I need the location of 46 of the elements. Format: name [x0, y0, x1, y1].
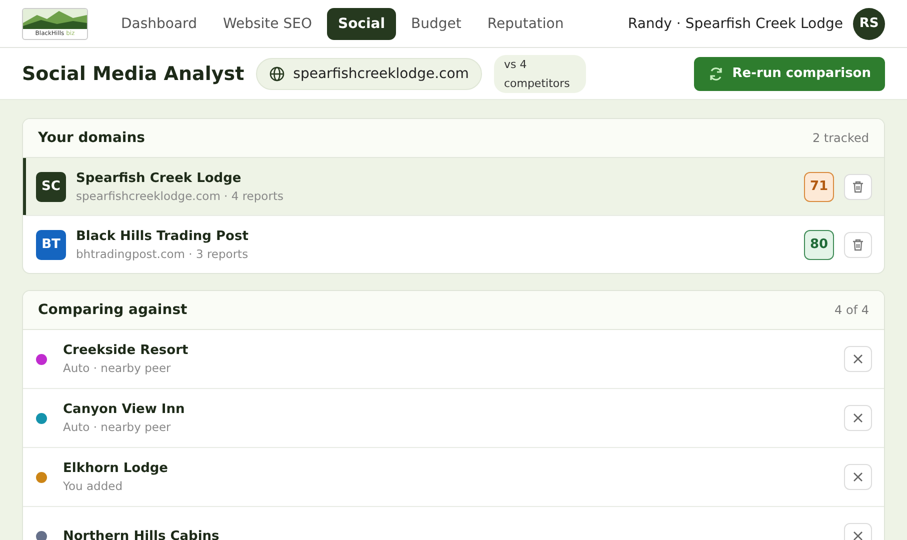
refresh-icon	[708, 66, 724, 82]
domain-name: Black Hills Trading Post	[76, 228, 250, 244]
mountain-icon	[23, 8, 87, 28]
domain-avatar: BT	[36, 230, 66, 260]
competitor-name: Canyon View Inn	[63, 402, 186, 417]
user-name: Randy · Spearfish Creek Lodge	[628, 16, 843, 32]
competitor-meta: You added	[63, 479, 124, 493]
domain-meta: bhtradingpost.com · 3 reports	[76, 246, 250, 260]
tracked-count: 2 tracked	[812, 131, 869, 145]
card-title: Your domains	[38, 130, 145, 146]
nav-tab[interactable]: Reputation	[476, 8, 575, 40]
remove-button[interactable]	[844, 405, 872, 431]
page-title: Social Media Analyst	[22, 62, 244, 84]
trash-icon	[851, 180, 865, 194]
close-icon	[852, 530, 864, 540]
competitor-meta: Auto · nearby peer	[63, 420, 172, 434]
score-badge: 80	[804, 230, 834, 260]
nav-tab[interactable]: Social	[326, 8, 396, 40]
competitor-count: vs 4 competitors	[494, 54, 586, 92]
competitor-meta: Auto · nearby peer	[63, 361, 172, 375]
card-title: Comparing against	[38, 302, 188, 318]
delete-button[interactable]	[844, 232, 872, 258]
domain-row[interactable]: BT Black Hills Trading Post bhtradingpost.com · 3 reports 80	[23, 215, 884, 273]
delete-button[interactable]	[844, 174, 872, 200]
domain-chip: spearfishcreeklodge.com	[256, 58, 482, 90]
nav-tab[interactable]: Budget	[400, 8, 472, 40]
close-icon	[852, 353, 864, 365]
domain-avatar: SC	[36, 172, 66, 202]
nav-tab[interactable]: Dashboard	[110, 8, 208, 40]
rerun-button[interactable]: Re-run comparison	[694, 56, 885, 90]
competitor-total: 4 of 4	[834, 303, 869, 317]
globe-icon	[269, 66, 286, 82]
nav-tab[interactable]: Website SEO	[212, 8, 323, 40]
competitor-name: Creekside Resort	[63, 343, 190, 358]
remove-button[interactable]	[844, 346, 872, 372]
domain-name: Spearfish Creek Lodge	[76, 170, 242, 186]
trash-icon	[851, 238, 865, 252]
competitor-name: Elkhorn Lodge	[63, 461, 170, 476]
score-badge: 71	[804, 172, 834, 202]
close-icon	[852, 412, 864, 424]
remove-button[interactable]	[844, 464, 872, 490]
domain-meta: spearfishcreeklodge.com · 4 reports	[76, 188, 284, 202]
competitor-name: Northern Hills Cabins	[63, 528, 220, 540]
close-icon	[852, 471, 864, 483]
domain-row[interactable]: SC Spearfish Creek Lodge spearfishcreeklodge.com · 4 reports 71	[23, 158, 884, 215]
user-avatar[interactable]: RS	[853, 8, 885, 40]
